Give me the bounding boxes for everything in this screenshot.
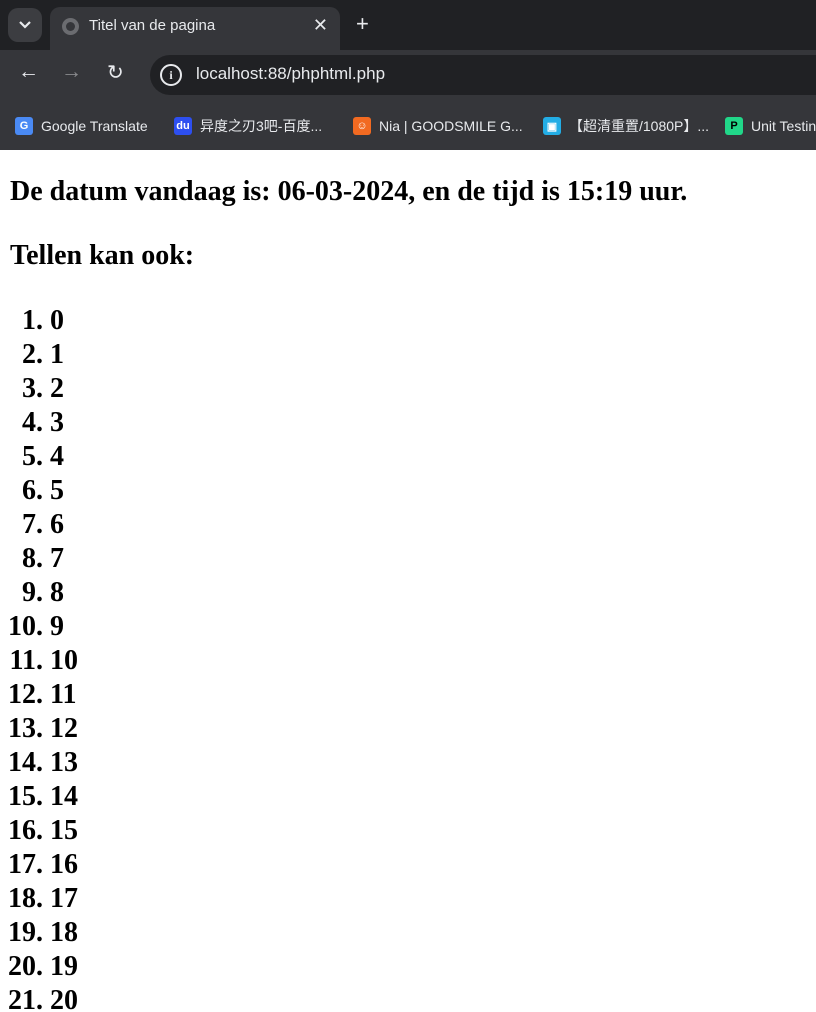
reload-icon[interactable]: ↻	[107, 60, 124, 85]
list-item: 2	[50, 372, 78, 406]
bookmarks-bar: G Google Translate du 异度之刃3吧-百度... ☺ Nia…	[0, 100, 816, 150]
list-item: 11	[50, 678, 78, 712]
site-info-icon[interactable]: i	[160, 64, 182, 86]
bookmark-label: Nia | GOODSMILE G...	[379, 118, 523, 134]
new-tab-button[interactable]: +	[356, 11, 369, 37]
active-tab[interactable]: Titel van de pagina ✕	[50, 7, 340, 50]
toolbar: ← → ↻ i localhost:88/phphtml.php	[0, 50, 816, 100]
bookmark-baidu[interactable]: du 异度之刃3吧-百度...	[174, 115, 322, 137]
list-item: 18	[50, 916, 78, 950]
page-subheading: Tellen kan ook:	[10, 240, 195, 271]
list-item: 16	[50, 848, 78, 882]
count-list: 0 1 2 3 4 5 6 7 8 9 10 11 12 13 14 15 16…	[0, 304, 78, 1012]
bookmark-unit-testing[interactable]: P Unit Testin	[725, 115, 816, 137]
bookmark-google-translate[interactable]: G Google Translate	[15, 115, 148, 137]
list-item: 8	[50, 576, 78, 610]
bookmark-label: 【超清重置/1080P】...	[569, 118, 710, 134]
unit-testing-icon: P	[725, 117, 743, 135]
list-item: 14	[50, 780, 78, 814]
tab-title: Titel van de pagina	[89, 17, 216, 34]
list-item: 3	[50, 406, 78, 440]
list-item: 20	[50, 984, 78, 1012]
forward-arrow-icon[interactable]: →	[61, 60, 82, 84]
list-item: 9	[50, 610, 78, 644]
bilibili-icon: ▣	[543, 117, 561, 135]
list-item: 1	[50, 338, 78, 372]
list-item: 12	[50, 712, 78, 746]
bookmark-bilibili[interactable]: ▣ 【超清重置/1080P】...	[543, 115, 709, 137]
browser-chrome: Titel van de pagina ✕ + ← → ↻ i localhos…	[0, 0, 816, 150]
bookmark-goodsmile[interactable]: ☺ Nia | GOODSMILE G...	[353, 115, 523, 137]
page-heading: De datum vandaag is: 06-03-2024, en de t…	[10, 176, 688, 207]
tab-search-button[interactable]	[8, 8, 42, 42]
bookmark-label: 异度之刃3吧-百度...	[200, 118, 323, 134]
bookmark-label: Unit Testin	[751, 118, 816, 134]
list-item: 0	[50, 304, 78, 338]
list-item: 5	[50, 474, 78, 508]
list-item: 13	[50, 746, 78, 780]
chevron-down-icon	[19, 21, 31, 29]
goodsmile-icon: ☺	[353, 117, 371, 135]
list-item: 7	[50, 542, 78, 576]
list-item: 15	[50, 814, 78, 848]
list-item: 17	[50, 882, 78, 916]
tab-strip: Titel van de pagina ✕ +	[0, 0, 816, 50]
bookmark-label: Google Translate	[41, 118, 148, 134]
list-item: 10	[50, 644, 78, 678]
list-item: 6	[50, 508, 78, 542]
list-item: 19	[50, 950, 78, 984]
close-icon[interactable]: ✕	[313, 15, 328, 36]
baidu-icon: du	[174, 117, 192, 135]
globe-icon	[62, 18, 79, 35]
google-translate-icon: G	[15, 117, 33, 135]
address-bar[interactable]: i localhost:88/phphtml.php	[150, 55, 816, 95]
list-item: 4	[50, 440, 78, 474]
url-text[interactable]: localhost:88/phphtml.php	[196, 64, 385, 84]
back-arrow-icon[interactable]: ←	[18, 60, 39, 84]
page-content: De datum vandaag is: 06-03-2024, en de t…	[0, 151, 816, 1012]
